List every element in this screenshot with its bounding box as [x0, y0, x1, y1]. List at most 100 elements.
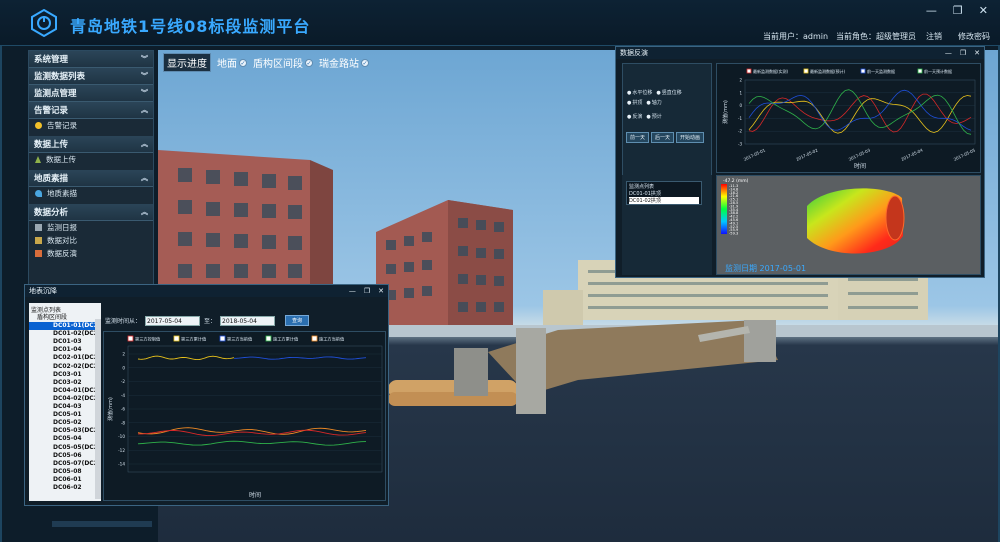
sidebar-group-system[interactable]: 系统管理 ︾ [29, 51, 153, 68]
tree-item[interactable]: DC01-04 [29, 346, 101, 354]
minimize-icon[interactable]: — [945, 49, 952, 57]
tree-item[interactable]: DC04-02(DC25-...) [29, 395, 101, 403]
settlement-line-chart: 第三方控制值 第三方累计值 第三方当前值 施工方累计值 施工方当前值 2 0 -2 -4 -6 -8… [103, 331, 386, 501]
maximize-icon[interactable]: ❐ [364, 287, 370, 295]
sidebar-item-data-compare[interactable]: 数据对比 [29, 234, 153, 247]
minimize-icon[interactable]: — [349, 287, 356, 295]
change-password-link[interactable]: 修改密码 [958, 31, 990, 42]
settlement-chart-svg: 第三方控制值 第三方累计值 第三方当前值 施工方累计值 施工方当前值 2 0 -2 -4 -6 -8… [107, 335, 383, 499]
close-icon[interactable]: ✕ [979, 4, 988, 17]
tree-item[interactable]: DC05-03(DC27-...) [29, 427, 101, 435]
close-icon[interactable]: ✕ [378, 287, 384, 295]
minimize-icon[interactable]: — [926, 4, 937, 17]
y-tick-label: -1 [738, 116, 742, 121]
close-icon[interactable]: ✕ [974, 49, 980, 57]
next-day-button[interactable]: 后一天 [651, 132, 675, 143]
tree-item[interactable]: DC06-02 [29, 484, 101, 492]
sidebar-group-label: 地质素描 [34, 174, 69, 184]
maximize-icon[interactable]: ❐ [953, 4, 963, 17]
tree-item[interactable]: DC05-04 [29, 435, 101, 443]
sidebar-item-geology-sketch[interactable]: 地质素描 [29, 187, 153, 200]
tree-item[interactable]: DC01-03 [29, 338, 101, 346]
tree-scrollbar[interactable] [95, 319, 101, 499]
maximize-icon[interactable]: ❐ [960, 49, 966, 57]
sidebar-group-data-list[interactable]: 监测数据列表 ︾ [29, 68, 153, 85]
x-axis-label: 时间 [854, 162, 866, 170]
tree-item-list: DC01-01(DC27-...)DC01-02(DC27-...)DC01-0… [29, 322, 101, 492]
station-entrance [516, 328, 546, 414]
list-item[interactable]: DC01-02拱顶 [629, 197, 699, 204]
sidebar-item-data-inversion[interactable]: 数据反演 [29, 247, 153, 260]
point-list[interactable]: 监测点列表 DC01-01拱顶 DC01-02拱顶 [626, 181, 702, 205]
x-axis-label: 时间 [249, 491, 261, 499]
legend-label: 最新监测数据(实测) [753, 68, 789, 74]
show-progress-button[interactable]: 显示进度 [163, 53, 211, 72]
tree-item[interactable]: DC04-03 [29, 403, 101, 411]
tree-root[interactable]: 盾构区间段 [29, 314, 101, 322]
y-tick-label: -14 [118, 462, 125, 467]
tree-item[interactable]: DC05-07(DC25-...) [29, 460, 101, 468]
x-tick-label: 2017-05-04 [900, 147, 924, 162]
tree-item[interactable]: DC05-08 [29, 468, 101, 476]
sidebar-item-label: 数据上传 [46, 155, 76, 164]
start-animation-button[interactable]: 开始动画 [676, 132, 705, 143]
y-axis-label: 测值(mm) [107, 397, 114, 421]
prev-day-button[interactable]: 前一天 [626, 132, 650, 143]
tree-item[interactable]: DC04-01(DC25-...) [29, 387, 101, 395]
date-from-input[interactable]: 2017-05-04 [145, 315, 201, 326]
data-inversion-panel: 数据反演 — ❐ ✕ 水平位移竖直位移 拱顶轴力 反演预计 前一天后一天开始动画 监… [615, 46, 985, 278]
tree-item[interactable]: DC06-01 [29, 476, 101, 484]
layer-toggle-station[interactable]: 瑞金路站 ✓ [319, 55, 369, 70]
radio-inversion[interactable]: 反演 [627, 113, 642, 120]
layer-toggle-section[interactable]: 盾构区间段 ✓ [253, 55, 313, 70]
tree-item[interactable]: DC05-02 [29, 419, 101, 427]
sidebar-group-analysis[interactable]: 数据分析 ︽ [29, 204, 153, 221]
legend-label: 第三方当前值 [227, 336, 252, 343]
sidebar-group-point-mgmt[interactable]: 监测点管理 ︾ [29, 85, 153, 102]
tree-item[interactable]: DC05-05(DC26-...) [29, 444, 101, 452]
legend-swatch [127, 335, 134, 342]
panel-header: 地表沉降 — ❐ ✕ [25, 285, 388, 297]
tree-item[interactable]: DC03-01 [29, 371, 101, 379]
tree-item[interactable]: DC01-02(DC27-...) [29, 330, 101, 338]
current-role: 当前角色：超级管理员 [836, 32, 916, 41]
inversion-chart-svg: 最新监测数据(实测) 最新监测数据(预计) 前一天监测数据 前一天预计数据 2 1 0 -1 -… [722, 68, 976, 170]
tree-item[interactable]: DC03-02 [29, 379, 101, 387]
date-to-input[interactable]: 2018-05-04 [220, 315, 276, 326]
tunnel-3d-view[interactable]: -47.2 (mm) -11.3 -14.8 -18.2 -21.6 -25.1 -28.… [716, 175, 981, 275]
sidebar-group-upload[interactable]: 数据上传 ︽ [29, 136, 153, 153]
legend-label: 前一天预计数据 [924, 68, 952, 74]
radio-crown[interactable]: 拱顶 [627, 99, 642, 106]
layer-label: 盾构区间段 [253, 59, 303, 70]
logout-link[interactable]: 注销 [926, 31, 942, 42]
date-from-label: 监测时间从： [105, 318, 142, 325]
tree-item[interactable]: DC05-01 [29, 411, 101, 419]
radio-vertical[interactable]: 竖直位移 [656, 89, 682, 96]
tree-item[interactable]: DC02-02(DC28-...) [29, 363, 101, 371]
y-axis-label: 测值(mm) [722, 100, 729, 124]
scrollbar-strip[interactable] [52, 521, 152, 527]
radio-axial[interactable]: 轴力 [646, 99, 662, 106]
date-filter: 监测时间从： 2017-05-04 至： 2018-05-04 查询 [105, 315, 310, 326]
y-tick-label: -3 [738, 142, 742, 147]
y-tick-label: 1 [739, 90, 742, 95]
sidebar-item-alarm-record[interactable]: 告警记录 [29, 119, 153, 132]
chevron-down-icon: ︾ [141, 89, 148, 97]
sidebar-item-data-upload[interactable]: 数据上传 [29, 153, 153, 166]
layer-toggle-ground[interactable]: 地面 ✓ [217, 55, 247, 70]
x-tick-label: 2017-05-02 [795, 147, 819, 162]
sidebar-item-daily-report[interactable]: 监测日报 [29, 221, 153, 234]
x-tick-label: 2017-05-03 [848, 147, 872, 162]
tree-item[interactable]: DC02-01(DC28-...) [29, 354, 101, 362]
radio-horizontal[interactable]: 水平位移 [627, 89, 652, 96]
sidebar-group-alarm[interactable]: 告警记录 ︽ [29, 102, 153, 119]
window-controls: — ❐ ✕ [926, 4, 988, 17]
point-tree[interactable]: 监测点列表 盾构区间段 DC01-01(DC27-...)DC01-02(DC2… [29, 303, 101, 501]
query-button[interactable]: 查询 [285, 315, 310, 326]
list-item[interactable]: DC01-01拱顶 [629, 190, 699, 197]
tree-item[interactable]: DC01-01(DC27-...) [29, 322, 101, 331]
date-to-label: 至： [204, 318, 217, 325]
tree-item[interactable]: DC05-06 [29, 452, 101, 460]
radio-forecast[interactable]: 预计 [646, 113, 662, 120]
sidebar-group-geology[interactable]: 地质素描 ︽ [29, 170, 153, 187]
